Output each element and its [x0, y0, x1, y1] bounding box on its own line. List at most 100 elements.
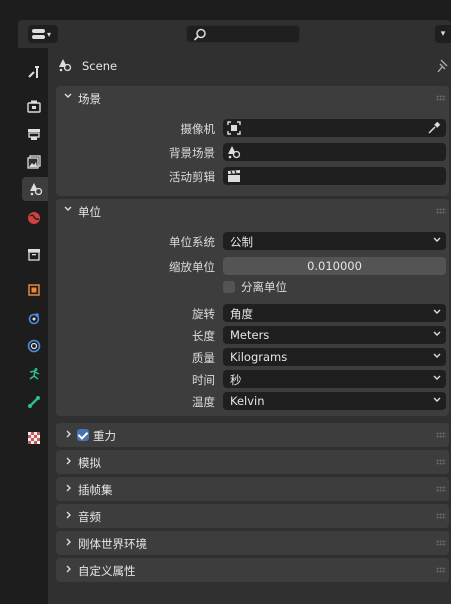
number-value: 0.010000: [307, 259, 362, 273]
tab-object[interactable]: [22, 278, 46, 302]
checkbox[interactable]: [223, 281, 235, 293]
chevron-down-icon: [64, 93, 72, 98]
properties-tabs: [18, 48, 49, 604]
tab-particles[interactable]: [22, 334, 46, 358]
checkbox-label: 分离单位: [241, 280, 287, 294]
unit-system-property: 单位系统 公制: [56, 231, 449, 251]
gravity-section-header[interactable]: 重力: [56, 423, 449, 447]
options-dropdown-button[interactable]: ▾: [435, 25, 451, 43]
temperature-property: 温度 Kelvin: [56, 391, 449, 411]
unit-scale-property: 缩放单位 0.010000: [56, 256, 449, 276]
chevron-down-icon: [433, 331, 441, 336]
rigid-body-world-section-header[interactable]: 刚体世界环境: [56, 531, 449, 555]
custom-properties-section: 自定义属性: [56, 558, 449, 582]
chevron-right-icon: [66, 511, 71, 519]
context-label: Scene: [82, 59, 118, 73]
tab-constraints[interactable]: [22, 390, 46, 414]
properties-panel: Scene 场景 摄像机 背景场景 活动剪辑 单位 单位系统 公制 缩放单位 0…: [48, 48, 451, 604]
separate-units-checkbox[interactable]: 分离单位: [223, 278, 287, 296]
tab-world[interactable]: [22, 206, 46, 230]
tab-modifiers[interactable]: [22, 306, 46, 330]
eyedropper-icon[interactable]: [427, 121, 441, 135]
unit-scale-field[interactable]: 0.010000: [223, 257, 446, 275]
drag-handle-icon[interactable]: [436, 486, 446, 492]
tab-view-layer[interactable]: [22, 150, 46, 174]
property-label: 单位系统: [169, 235, 215, 249]
temperature-dropdown[interactable]: Kelvin: [223, 392, 446, 410]
gravity-checkbox[interactable]: [77, 429, 89, 441]
tab-collection[interactable]: [22, 242, 46, 266]
simulation-section-header[interactable]: 模拟: [56, 450, 449, 474]
property-label: 背景场景: [169, 146, 215, 160]
keying-sets-section-header[interactable]: 插帧集: [56, 477, 449, 501]
drag-handle-icon[interactable]: [436, 513, 446, 519]
tab-scene[interactable]: [22, 177, 49, 201]
drag-handle-icon[interactable]: [436, 95, 446, 101]
checker-texture-icon: [28, 432, 40, 444]
property-label: 活动剪辑: [169, 170, 215, 184]
unit-system-dropdown[interactable]: 公制: [223, 232, 446, 250]
image-stack-icon: [27, 155, 41, 169]
custom-properties-section-header[interactable]: 自定义属性: [56, 558, 449, 582]
scene-section-header[interactable]: 场景: [56, 86, 449, 110]
properties-editor-icon: [32, 28, 45, 40]
chevron-down-icon: [433, 375, 441, 380]
dropdown-value: Kelvin: [230, 394, 265, 408]
tab-texture[interactable]: [22, 426, 46, 450]
drag-handle-icon[interactable]: [436, 432, 446, 438]
drag-handle-icon[interactable]: [436, 567, 446, 573]
audio-section-header[interactable]: 音频: [56, 504, 449, 528]
chevron-right-icon: [66, 484, 71, 492]
section-title: 刚体世界环境: [78, 537, 147, 551]
tab-physics[interactable]: [22, 362, 46, 386]
scene-icon: [29, 183, 42, 196]
context-breadcrumb: Scene: [48, 53, 451, 79]
wrench-circle-icon: [27, 339, 41, 353]
chevron-down-icon: [433, 353, 441, 358]
rotation-property: 旋转 角度: [56, 303, 449, 323]
property-label: 长度: [192, 329, 215, 343]
simulation-section: 模拟: [56, 450, 449, 474]
tab-tool[interactable]: [22, 60, 46, 84]
dropdown-value: Meters: [230, 328, 270, 342]
editor-type-selector[interactable]: ▾: [28, 25, 58, 43]
tab-output[interactable]: [22, 122, 46, 146]
mass-dropdown[interactable]: Kilograms: [223, 348, 446, 366]
time-dropdown[interactable]: 秒: [223, 370, 446, 388]
gravity-section: 重力: [56, 423, 449, 447]
units-section-header[interactable]: 单位: [56, 199, 449, 223]
search-input[interactable]: [186, 25, 300, 43]
mass-property: 质量 Kilograms: [56, 347, 449, 367]
keying-sets-section: 插帧集: [56, 477, 449, 501]
bone-icon: [28, 396, 40, 408]
dropdown-value: 秒: [230, 373, 242, 387]
wrench-screwdriver-icon: [28, 66, 39, 78]
tab-render[interactable]: [22, 94, 46, 118]
section-title: 重力: [93, 429, 116, 443]
box-icon: [28, 249, 40, 261]
clapperboard-icon: [228, 170, 240, 182]
section-title: 插帧集: [78, 483, 113, 497]
property-label: 缩放单位: [169, 260, 215, 274]
chevron-down-icon: [433, 237, 441, 242]
rotation-dropdown[interactable]: 角度: [223, 304, 446, 322]
drag-handle-icon[interactable]: [436, 459, 446, 465]
chevron-right-icon: [66, 457, 71, 465]
active-clip-field[interactable]: [223, 167, 446, 185]
dropdown-value: 角度: [230, 307, 253, 321]
pin-icon[interactable]: [437, 59, 449, 73]
chevron-down-icon: [64, 206, 72, 211]
chevron-right-icon: [66, 430, 71, 438]
search-icon: [193, 28, 206, 41]
length-dropdown[interactable]: Meters: [223, 326, 446, 344]
scene-icon: [59, 59, 72, 72]
printer-icon: [28, 129, 40, 140]
chevron-down-icon: ▾: [47, 29, 52, 39]
property-label: 质量: [192, 351, 215, 365]
camera-field[interactable]: [223, 119, 446, 137]
drag-handle-icon[interactable]: [436, 208, 446, 214]
running-figure-icon: [29, 368, 40, 380]
background-scene-field[interactable]: [223, 143, 446, 161]
active-clip-property: 活动剪辑: [56, 166, 449, 186]
drag-handle-icon[interactable]: [436, 540, 446, 546]
